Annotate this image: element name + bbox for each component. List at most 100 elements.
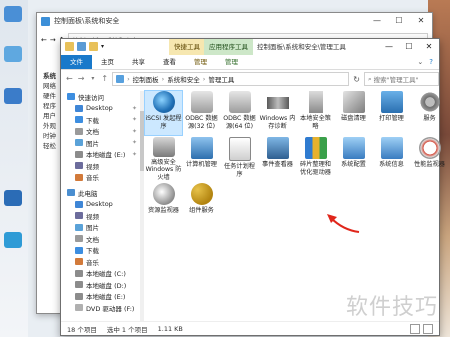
refresh-icon[interactable]: ↻ xyxy=(352,75,361,84)
tile-system-config[interactable]: 系统配置 xyxy=(335,137,372,181)
tile-component-services[interactable]: 组件服务 xyxy=(183,183,220,227)
folder-icon[interactable] xyxy=(65,42,74,51)
tile-disk-cleanup[interactable]: 磁盘清理 xyxy=(335,91,372,135)
tab-manage-shortcut[interactable]: 管理 xyxy=(185,55,216,69)
address-segment[interactable]: 控制面板 xyxy=(133,74,159,84)
tab-view[interactable]: 查看 xyxy=(154,55,185,69)
nav-item-downloads[interactable]: 下载 xyxy=(61,245,141,257)
address-segment[interactable]: 管理工具 xyxy=(208,74,234,84)
nav-item-music[interactable]: 音乐 xyxy=(61,256,141,268)
nav-item-desktop[interactable]: Desktop ✦ xyxy=(61,103,141,115)
tile-iscsi[interactable]: iSCSI 发起程序 xyxy=(144,90,183,136)
tile-print-management[interactable]: 打印管理 xyxy=(373,91,410,135)
nav-this-pc[interactable]: 此电脑 xyxy=(61,187,141,199)
desktop-icon[interactable] xyxy=(4,190,22,206)
scroll-thumb[interactable] xyxy=(140,111,144,171)
minimize-button[interactable]: — xyxy=(379,39,399,55)
context-tab-app-tools[interactable]: 应用程序工具 xyxy=(204,39,253,55)
nav-quick-access[interactable]: 快速访问 xyxy=(61,91,141,103)
nav-item-videos[interactable]: 视频 xyxy=(61,160,141,172)
nav-item-pictures[interactable]: 图片 ✦ xyxy=(61,137,141,149)
navigation-bar: ← → ▾ ↑ › 控制面板 › 系统和安全 › 管理工具 ↻ ⌕ 搜索"管理工… xyxy=(61,71,440,87)
nav-item-downloads[interactable]: 下载 ✦ xyxy=(61,114,141,126)
tab-share[interactable]: 共享 xyxy=(123,55,154,69)
nav-item-disk-e[interactable]: 本地磁盘 (E:) xyxy=(61,291,141,303)
dropdown-icon[interactable]: ▾ xyxy=(101,42,110,51)
minimize-button[interactable]: — xyxy=(366,13,388,29)
tile-odbc64[interactable]: ODBC 数据源(64 位) xyxy=(221,91,258,135)
nav-item-documents[interactable]: 文档 ✦ xyxy=(61,126,141,138)
close-button[interactable]: ✕ xyxy=(419,39,439,55)
event-viewer-icon xyxy=(266,137,289,159)
nav-item-pictures[interactable]: 图片 xyxy=(61,222,141,234)
back-arrow-icon[interactable]: ← xyxy=(65,74,74,84)
tile-label: 服务 xyxy=(423,115,436,122)
tile-services[interactable]: 服务 xyxy=(411,91,448,135)
pin-icon[interactable]: ✦ xyxy=(132,139,137,146)
details-view-icon[interactable] xyxy=(410,323,420,334)
up-arrow-icon[interactable]: ↑ xyxy=(100,74,109,84)
desktop-icon[interactable] xyxy=(4,232,22,248)
address-bar[interactable]: › 控制面板 › 系统和安全 › 管理工具 xyxy=(112,72,350,86)
search-input[interactable]: ⌕ 搜索"管理工具" xyxy=(363,72,440,86)
tile-system-info[interactable]: 系统信息 xyxy=(373,137,410,181)
context-tab-shortcut-tools[interactable]: 快捷工具 xyxy=(169,39,205,55)
expand-ribbon-icon[interactable]: ⌄ xyxy=(417,58,423,66)
back-nav-icon[interactable]: ← xyxy=(41,36,47,44)
tile-memory-diagnostic[interactable]: Windows 内存诊断 xyxy=(259,91,296,135)
maximize-button[interactable]: ☐ xyxy=(399,39,419,55)
nav-item-desktop[interactable]: Desktop xyxy=(61,199,141,211)
navigation-pane: 快速访问 Desktop ✦ 下载 ✦ 文档 ✦ 图片 ✦ 本地磁盘 (E:) ✦ 视频 … xyxy=(61,91,142,321)
watermark: 软件技巧 xyxy=(345,295,438,320)
dvd-drive-icon xyxy=(75,304,83,312)
tab-file[interactable]: 文件 xyxy=(61,55,92,69)
search-placeholder: 搜索"管理工具" xyxy=(373,76,419,84)
task-scheduler-icon xyxy=(228,137,251,161)
forward-arrow-icon[interactable]: → xyxy=(77,74,86,84)
desktop-icon[interactable] xyxy=(4,88,22,104)
tile-local-security-policy[interactable]: 本地安全策略 xyxy=(297,91,334,135)
tile-defrag[interactable]: 碎片整理和优化驱动器 xyxy=(297,137,334,181)
tile-label: 系统信息 xyxy=(379,161,404,168)
tab-home[interactable]: 主页 xyxy=(92,55,123,69)
nav-item-music[interactable]: 音乐 xyxy=(61,172,141,184)
tile-computer-management[interactable]: 计算机管理 xyxy=(183,137,220,181)
nav-scrollbar[interactable] xyxy=(140,91,144,321)
nav-label: 音乐 xyxy=(86,258,99,267)
pin-icon[interactable]: ✦ xyxy=(132,116,137,123)
tile-odbc32[interactable]: ODBC 数据源(32 位) xyxy=(183,91,220,135)
nav-item-disk-e[interactable]: 本地磁盘 (E:) ✦ xyxy=(61,149,141,161)
tile-performance-monitor[interactable]: 性能监视器 xyxy=(411,137,448,181)
pin-icon[interactable]: ✦ xyxy=(132,105,137,112)
help-icon[interactable]: ? xyxy=(429,58,433,66)
nav-item-disk-c[interactable]: 本地磁盘 (C:) xyxy=(61,268,141,280)
desktop-icon[interactable] xyxy=(4,46,22,62)
tile-event-viewer[interactable]: 事件查看器 xyxy=(259,137,296,181)
tile-label: 性能监视器 xyxy=(414,161,445,168)
ribbon-right: ⌄ ? xyxy=(417,58,439,66)
download-folder-icon xyxy=(75,116,83,124)
tab-manage-app[interactable]: 管理 xyxy=(216,55,247,69)
back-window-controls: — ☐ ✕ xyxy=(366,13,432,29)
nav-item-dvd-f[interactable]: DVD 驱动器 (F:) xyxy=(61,302,141,314)
tile-resource-monitor[interactable]: 资源监视器 xyxy=(145,183,182,227)
recent-dropdown-icon[interactable]: ▾ xyxy=(89,74,98,84)
tile-firewall[interactable]: 高级安全 Windows 防火墙 xyxy=(145,137,182,181)
undo-icon[interactable] xyxy=(89,42,98,51)
nav-item-videos[interactable]: 视频 xyxy=(61,210,141,222)
address-segment[interactable]: 系统和安全 xyxy=(167,74,200,84)
nav-item-documents[interactable]: 文档 xyxy=(61,233,141,245)
resource-monitor-icon xyxy=(152,183,175,205)
save-icon[interactable] xyxy=(77,42,86,51)
large-icons-view-icon[interactable] xyxy=(423,323,433,334)
pin-icon[interactable]: ✦ xyxy=(132,151,137,158)
nav-item-disk-d[interactable]: 本地磁盘 (D:) xyxy=(61,279,141,291)
close-button[interactable]: ✕ xyxy=(410,13,432,29)
nav-label: 文档 xyxy=(86,235,99,244)
forward-nav-icon[interactable]: → xyxy=(50,36,56,44)
pin-icon[interactable]: ✦ xyxy=(132,128,137,135)
tile-task-scheduler[interactable]: 任务计划程序 xyxy=(221,137,258,181)
maximize-button[interactable]: ☐ xyxy=(388,13,410,29)
titlebar: ▾ 快捷工具 应用程序工具 控制面板\系统和安全\管理工具 — ☐ ✕ xyxy=(61,39,439,55)
desktop-icon[interactable] xyxy=(4,6,22,22)
